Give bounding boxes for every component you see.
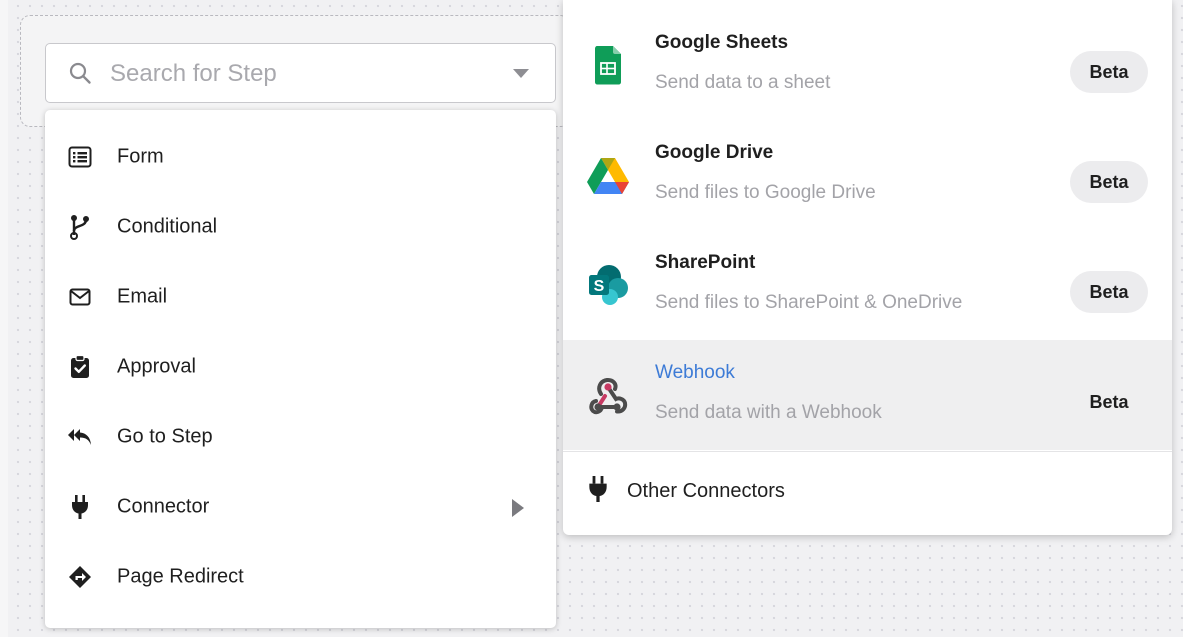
menu-item-label: Form bbox=[117, 145, 164, 168]
menu-item-label: Connector bbox=[117, 495, 210, 518]
connector-description: Send files to SharePoint & OneDrive bbox=[655, 292, 963, 313]
google-sheets-icon bbox=[595, 46, 621, 85]
step-search-box[interactable] bbox=[45, 43, 556, 103]
connector-google-sheets[interactable]: Google Sheets Send data to a sheet Beta bbox=[563, 10, 1172, 120]
search-input[interactable] bbox=[108, 54, 502, 94]
clipboard-check-icon bbox=[67, 354, 93, 380]
envelope-icon bbox=[67, 284, 93, 310]
connector-description: Send data to a sheet bbox=[655, 72, 831, 93]
plug-icon bbox=[589, 476, 607, 502]
reply-all-icon bbox=[67, 424, 93, 450]
menu-item-label: Page Redirect bbox=[117, 565, 244, 588]
beta-badge: Beta bbox=[1070, 51, 1148, 93]
search-icon bbox=[69, 62, 91, 84]
connector-description: Send data with a Webhook bbox=[655, 402, 882, 423]
connector-title: Webhook bbox=[655, 362, 735, 383]
menu-item-page-redirect[interactable]: Page Redirect bbox=[45, 542, 556, 612]
sharepoint-icon: S bbox=[589, 265, 628, 305]
plug-icon bbox=[67, 494, 93, 520]
menu-item-conditional[interactable]: Conditional bbox=[45, 192, 556, 262]
menu-item-go-to-step[interactable]: Go to Step bbox=[45, 402, 556, 472]
connector-sharepoint[interactable]: S SharePoint Send files to SharePoint & … bbox=[563, 230, 1172, 340]
menu-item-email[interactable]: Email bbox=[45, 262, 556, 332]
submenu-arrow-icon bbox=[512, 499, 524, 517]
menu-item-form[interactable]: Form bbox=[45, 122, 556, 192]
google-drive-icon bbox=[587, 158, 629, 194]
menu-item-approval[interactable]: Approval bbox=[45, 332, 556, 402]
menu-item-label: Approval bbox=[117, 355, 196, 378]
beta-badge: Beta bbox=[1089, 391, 1129, 412]
menu-item-label: Go to Step bbox=[117, 425, 213, 448]
connector-title: Google Sheets bbox=[655, 32, 789, 53]
step-type-menu: Form Conditional Email Approval Go to St… bbox=[45, 110, 556, 628]
directions-icon bbox=[67, 564, 93, 590]
dropdown-caret-icon[interactable] bbox=[513, 69, 529, 78]
connector-description: Send files to Google Drive bbox=[655, 182, 876, 203]
menu-item-label: Email bbox=[117, 285, 168, 308]
connector-webhook[interactable]: Webhook Send data with a Webhook Beta bbox=[563, 340, 1172, 450]
connector-google-drive[interactable]: Google Drive Send files to Google Drive … bbox=[563, 120, 1172, 230]
svg-text:S: S bbox=[594, 278, 605, 295]
webhook-icon bbox=[589, 377, 628, 415]
connector-title: SharePoint bbox=[655, 252, 756, 273]
other-connectors-item[interactable]: Other Connectors bbox=[563, 452, 1172, 530]
beta-badge: Beta bbox=[1070, 271, 1148, 313]
menu-item-connector[interactable]: Connector bbox=[45, 472, 556, 542]
canvas-edge bbox=[0, 0, 8, 637]
menu-item-label: Conditional bbox=[117, 215, 218, 238]
other-connectors-label: Other Connectors bbox=[627, 480, 785, 502]
connector-submenu: Google Sheets Send data to a sheet Beta … bbox=[563, 0, 1172, 535]
beta-badge: Beta bbox=[1070, 161, 1148, 203]
form-icon bbox=[67, 144, 93, 170]
branch-icon bbox=[67, 214, 93, 240]
connector-title: Google Drive bbox=[655, 142, 774, 163]
